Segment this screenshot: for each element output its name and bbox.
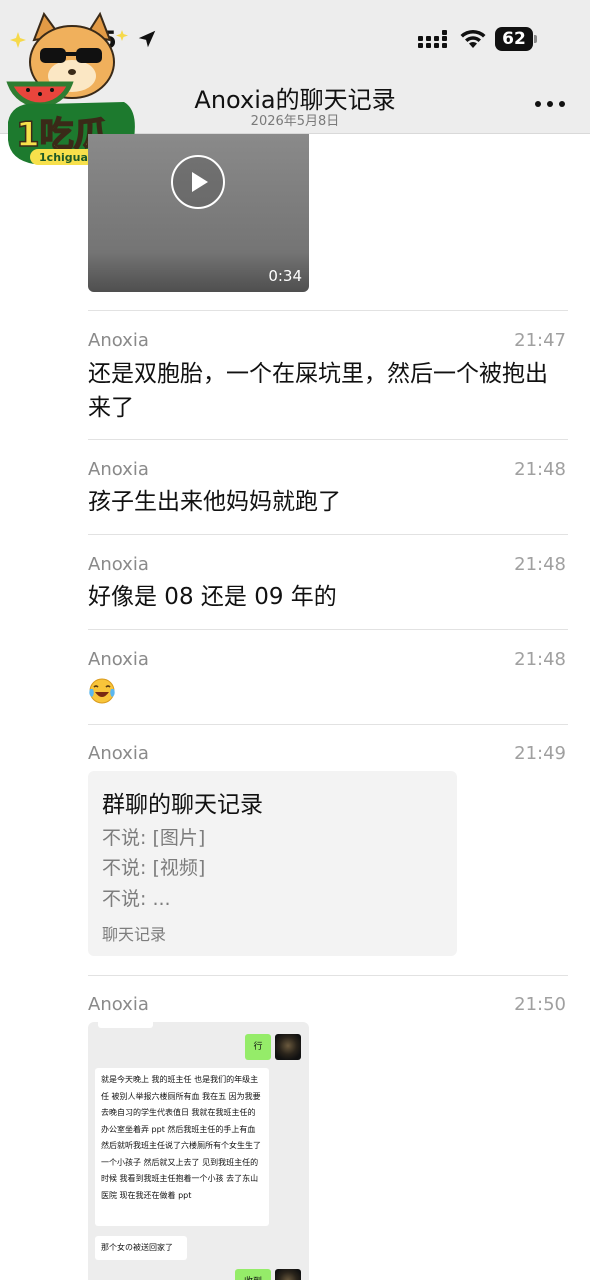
screenshot-message: 就是今天晚上 我的班主任 也是我们的年级主任 被别人举报六楼厕所有血 我在五 因… bbox=[95, 1068, 269, 1226]
image-message[interactable]: 行 就是今天晚上 我的班主任 也是我们的年级主任 被别人举报六楼厕所有血 我在五… bbox=[88, 1022, 309, 1280]
message-time: 21:48 bbox=[514, 554, 566, 575]
divider bbox=[88, 724, 568, 725]
message-sender: Anoxia bbox=[88, 994, 149, 1015]
video-duration: 0:34 bbox=[268, 267, 302, 285]
screenshot-reply: 收到 bbox=[235, 1269, 271, 1280]
divider bbox=[88, 975, 568, 976]
message-text: 孩子生出来他妈妈就跑了 bbox=[88, 489, 341, 515]
message-time: 21:50 bbox=[514, 994, 566, 1015]
play-icon[interactable] bbox=[170, 154, 226, 210]
laughing-crying-emoji-icon bbox=[89, 678, 115, 704]
more-options-icon[interactable] bbox=[530, 92, 570, 116]
message-text: 还是双胞胎，一个在屎坑里，然后一个被抱出来了 bbox=[88, 361, 548, 421]
cellular-signal-icon bbox=[418, 30, 447, 48]
message-sender: Anoxia bbox=[88, 649, 149, 670]
message-time: 21:49 bbox=[514, 743, 566, 764]
screenshot-reply: 行 bbox=[245, 1034, 271, 1060]
divider bbox=[88, 534, 568, 535]
divider bbox=[88, 310, 568, 311]
avatar bbox=[275, 1269, 301, 1280]
location-arrow-icon bbox=[138, 30, 156, 48]
battery-level: 62 bbox=[502, 29, 526, 49]
chat-record-line: 不说: [视频] bbox=[102, 857, 206, 879]
video-message[interactable]: 0:34 bbox=[88, 134, 309, 292]
divider bbox=[88, 629, 568, 630]
message-sender: Anoxia bbox=[88, 459, 149, 480]
chat-record-footer: 聊天记录 bbox=[102, 925, 167, 944]
message-sender: Anoxia bbox=[88, 743, 149, 764]
chat-record-card[interactable]: 群聊的聊天记录 不说: [图片] 不说: [视频] 不说: ... 聊天记录 bbox=[88, 771, 457, 956]
avatar bbox=[275, 1034, 301, 1060]
chat-record-line: 不说: ... bbox=[102, 888, 171, 910]
message-sender: Anoxia bbox=[88, 554, 149, 575]
message-time: 21:48 bbox=[514, 459, 566, 480]
message-time: 21:48 bbox=[514, 649, 566, 670]
chat-record-line: 不说: [图片] bbox=[102, 827, 206, 849]
divider bbox=[88, 439, 568, 440]
battery-icon: 62 bbox=[495, 27, 537, 51]
screenshot-message: 那个女の被送回家了 bbox=[95, 1236, 187, 1260]
wifi-icon bbox=[460, 29, 486, 48]
message-time: 21:47 bbox=[514, 330, 566, 351]
message-sender: Anoxia bbox=[88, 330, 149, 351]
message-text: 好像是 08 还是 09 年的 bbox=[88, 584, 337, 610]
chat-record-title: 群聊的聊天记录 bbox=[102, 792, 263, 818]
